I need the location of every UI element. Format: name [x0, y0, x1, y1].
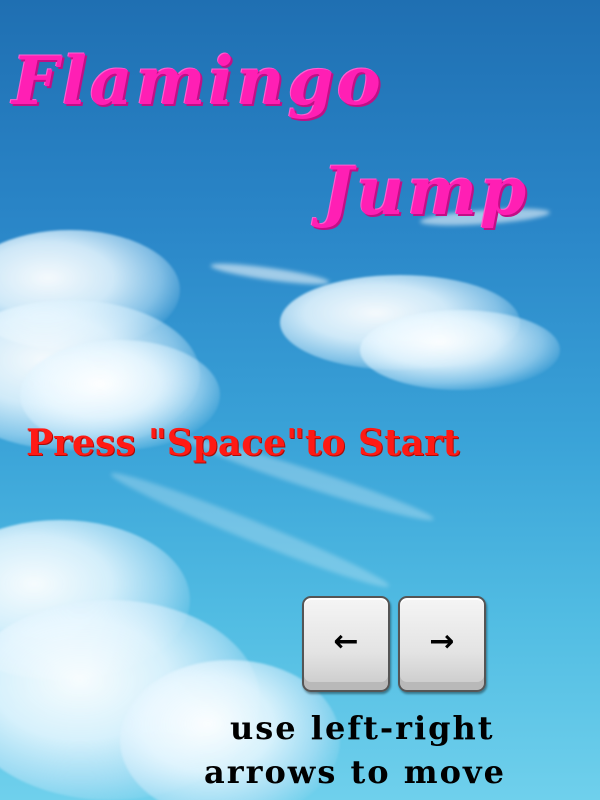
- controls-hint-line1: use left-right: [230, 709, 495, 747]
- right-arrow-icon: →: [429, 623, 455, 659]
- game-canvas[interactable]: Flamingo Jump Press "Space"to Start ← → …: [0, 0, 600, 800]
- start-prompt: Press "Space"to Start: [26, 422, 460, 464]
- game-title-line1: Flamingo: [12, 42, 384, 120]
- left-arrow-icon: ←: [333, 623, 359, 659]
- left-arrow-key[interactable]: ←: [302, 596, 390, 692]
- right-arrow-key[interactable]: →: [398, 596, 486, 692]
- controls-hint-line2: arrows to move: [204, 753, 506, 791]
- game-title-line2: Jump: [322, 152, 530, 230]
- cloud-streak: [209, 259, 331, 289]
- cloud: [360, 310, 560, 390]
